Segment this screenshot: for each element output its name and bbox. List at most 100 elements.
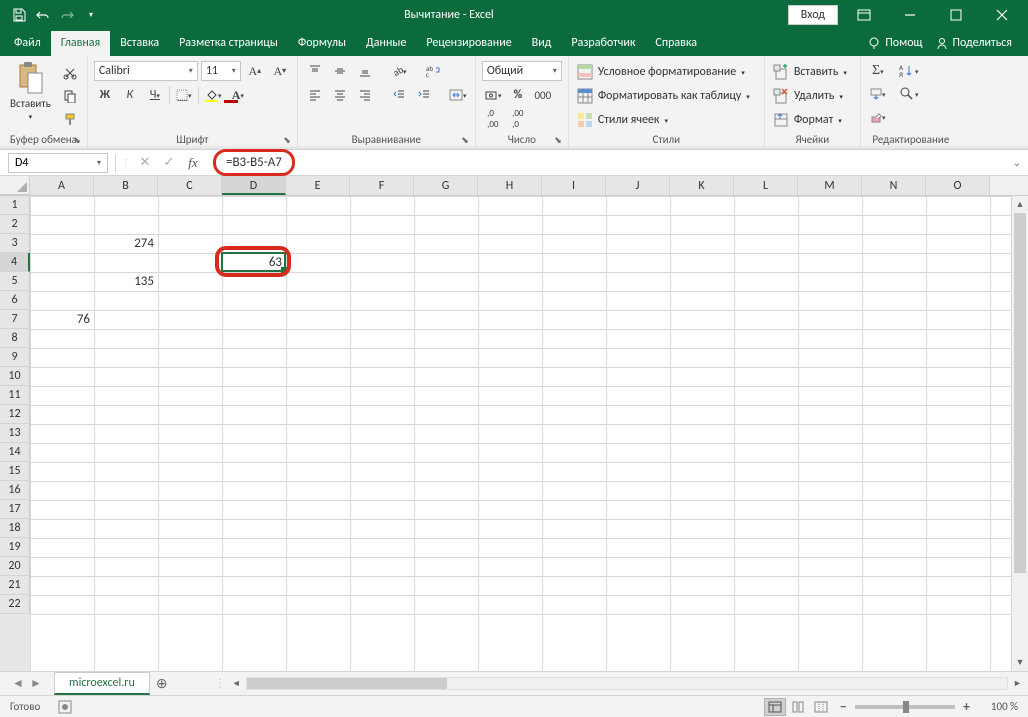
column-header[interactable]: H [478, 176, 542, 195]
row-header[interactable]: 4 [0, 253, 30, 272]
select-all-corner[interactable] [0, 176, 30, 195]
increase-font-icon[interactable]: A▴ [244, 61, 266, 81]
decrease-indent-icon[interactable] [388, 85, 410, 105]
decrease-decimal-icon[interactable]: ,00,0 [507, 109, 529, 129]
align-bottom-icon[interactable] [354, 61, 376, 81]
row-header[interactable]: 13 [0, 424, 30, 443]
delete-cells-button[interactable]: Удалить▾ [771, 85, 845, 107]
column-header[interactable]: O [926, 176, 990, 195]
number-launcher-icon[interactable]: ⬊ [554, 135, 562, 146]
format-cells-button[interactable]: Формат▾ [771, 109, 844, 131]
save-icon[interactable] [8, 4, 30, 26]
maximize-icon[interactable] [936, 0, 976, 30]
column-header[interactable]: K [670, 176, 734, 195]
cell-value[interactable]: 76 [30, 310, 94, 329]
wrap-text-icon[interactable]: abc [422, 61, 444, 81]
cell-value[interactable]: 135 [94, 272, 158, 291]
qat-customize-icon[interactable]: ▾ [80, 4, 102, 26]
format-as-table-button[interactable]: Форматировать как таблицу▾ [575, 85, 752, 107]
redo-icon[interactable] [56, 4, 78, 26]
expand-formula-bar-icon[interactable]: ⌄ [1006, 156, 1028, 169]
sheet-tab-active[interactable]: microexcel.ru [54, 672, 150, 695]
zoom-out-icon[interactable]: − [840, 698, 847, 715]
row-header[interactable]: 21 [0, 576, 30, 595]
increase-decimal-icon[interactable]: ,0,00 [482, 109, 504, 129]
clipboard-launcher-icon[interactable]: ⬊ [73, 135, 81, 146]
fill-icon[interactable]: ▾ [867, 84, 889, 104]
tab-home[interactable]: Главная [51, 31, 110, 56]
decrease-font-icon[interactable]: A▾ [269, 61, 291, 81]
zoom-slider[interactable] [855, 705, 955, 709]
row-header[interactable]: 7 [0, 310, 30, 329]
tab-formulas[interactable]: Формулы [288, 31, 356, 56]
align-middle-icon[interactable] [329, 61, 351, 81]
vertical-scrollbar[interactable]: ▲ ▼ [1011, 196, 1028, 671]
conditional-format-button[interactable]: Условное форматирование▾ [575, 61, 747, 83]
sort-filter-icon[interactable]: АЯ▾ [893, 61, 925, 81]
cancel-formula-icon[interactable]: ✕ [133, 153, 157, 173]
horizontal-scrollbar[interactable]: ◄ ► [226, 677, 1028, 690]
row-header[interactable]: 18 [0, 519, 30, 538]
tab-review[interactable]: Рецензирование [416, 31, 521, 56]
font-launcher-icon[interactable]: ⬊ [283, 135, 291, 146]
formula-input[interactable]: =B3-B5-A7 [205, 149, 1006, 176]
format-painter-icon[interactable] [59, 109, 81, 129]
copy-icon[interactable] [59, 86, 81, 106]
comma-icon[interactable]: 000 [532, 85, 554, 105]
find-select-icon[interactable]: ▾ [893, 84, 925, 104]
align-right-icon[interactable] [354, 85, 376, 105]
column-header[interactable]: F [350, 176, 414, 195]
alignment-launcher-icon[interactable]: ⬊ [461, 135, 469, 146]
column-header[interactable]: D [222, 176, 286, 195]
bold-button[interactable]: Ж [94, 85, 116, 105]
row-header[interactable]: 9 [0, 348, 30, 367]
cells-grid[interactable]: 2741357663 [30, 196, 1011, 671]
increase-indent-icon[interactable] [413, 85, 435, 105]
tab-layout[interactable]: Разметка страницы [169, 31, 288, 56]
scroll-up-icon[interactable]: ▲ [1012, 196, 1028, 213]
column-header[interactable]: B [94, 176, 158, 195]
align-center-icon[interactable] [329, 85, 351, 105]
share-button[interactable]: Поделиться [931, 34, 1016, 52]
zoom-level[interactable]: 100 % [978, 700, 1018, 713]
tab-view[interactable]: Вид [522, 31, 562, 56]
column-header[interactable]: A [30, 176, 94, 195]
sheet-nav-prev-icon[interactable]: ◄ [10, 676, 26, 691]
row-header[interactable]: 16 [0, 481, 30, 500]
row-header[interactable]: 6 [0, 291, 30, 310]
underline-button[interactable]: Ч▾ [144, 85, 166, 105]
cell-styles-button[interactable]: Стили ячеек▾ [575, 109, 670, 131]
cell-value[interactable]: 274 [94, 234, 158, 253]
number-format-combo[interactable]: Общий▾ [482, 61, 562, 81]
row-header[interactable]: 17 [0, 500, 30, 519]
row-header[interactable]: 15 [0, 462, 30, 481]
cut-icon[interactable] [59, 63, 81, 83]
zoom-in-icon[interactable]: + [963, 698, 970, 715]
clear-icon[interactable]: ▾ [867, 107, 889, 127]
insert-cells-button[interactable]: Вставить▾ [771, 61, 849, 83]
column-header[interactable]: C [158, 176, 222, 195]
column-header[interactable]: G [414, 176, 478, 195]
align-left-icon[interactable] [304, 85, 326, 105]
font-name-combo[interactable]: Calibri▾ [94, 61, 198, 81]
fill-color-icon[interactable]: ▾ [202, 85, 224, 105]
view-normal-icon[interactable] [764, 698, 786, 716]
italic-button[interactable]: К [119, 85, 141, 105]
borders-icon[interactable]: ▾ [173, 85, 195, 105]
column-header[interactable]: M [798, 176, 862, 195]
tab-file[interactable]: Файл [4, 31, 51, 56]
row-header[interactable]: 2 [0, 215, 30, 234]
row-header[interactable]: 10 [0, 367, 30, 386]
merge-cells-icon[interactable]: ▾ [447, 85, 469, 105]
tab-data[interactable]: Данные [356, 31, 416, 56]
row-header[interactable]: 3 [0, 234, 30, 253]
view-page-break-icon[interactable] [810, 698, 832, 716]
add-sheet-icon[interactable]: ⊕ [150, 675, 174, 692]
hscroll-thumb[interactable] [247, 678, 447, 689]
undo-icon[interactable] [32, 4, 54, 26]
row-header[interactable]: 1 [0, 196, 30, 215]
name-box[interactable]: D4▾ [8, 153, 108, 173]
view-page-layout-icon[interactable] [787, 698, 809, 716]
font-size-combo[interactable]: 11▾ [201, 61, 241, 81]
tab-help[interactable]: Справка [645, 31, 707, 56]
